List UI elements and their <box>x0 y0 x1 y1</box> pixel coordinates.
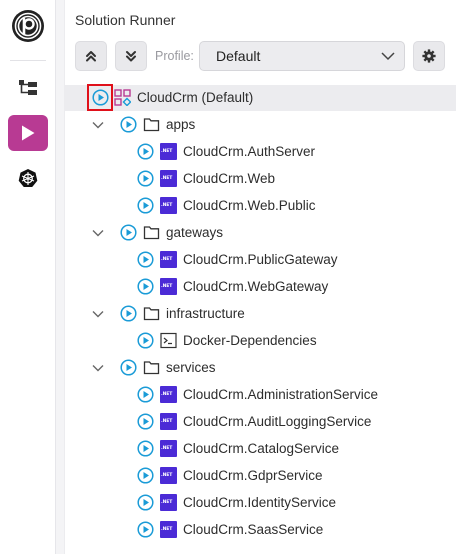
chevron-down-icon[interactable] <box>91 226 105 240</box>
project-label: CloudCrm.Web <box>183 171 276 186</box>
tree-item-row[interactable]: .NET CloudCrm.Web <box>65 166 456 192</box>
gear-icon <box>422 49 436 63</box>
solution-explorer-nav[interactable] <box>8 70 48 106</box>
tree-item-row[interactable]: .NET CloudCrm.AuditLoggingService <box>65 409 456 435</box>
tree-folder-row[interactable]: infrastructure <box>65 301 456 327</box>
tree-structure-icon <box>19 80 37 95</box>
run-icon[interactable] <box>137 251 154 268</box>
tree-item-row[interactable]: .NET CloudCrm.PublicGateway <box>65 247 456 273</box>
tree-root-row[interactable]: CloudCrm (Default) <box>65 84 456 111</box>
tree-folder-row[interactable]: services <box>65 355 456 381</box>
profile-select[interactable]: Default <box>199 41 405 71</box>
dotnet-project-icon: .NET <box>160 251 177 268</box>
run-icon[interactable] <box>120 359 137 376</box>
profile-settings-button[interactable] <box>413 41 445 71</box>
dotnet-project-icon: .NET <box>160 170 177 187</box>
tree-folder-row[interactable]: gateways <box>65 220 456 246</box>
chevron-down-icon[interactable] <box>91 118 105 132</box>
project-label: Docker-Dependencies <box>183 333 317 348</box>
panel-title: Solution Runner <box>75 12 176 28</box>
tree-item-row[interactable]: .NET CloudCrm.Web.Public <box>65 193 456 219</box>
run-icon[interactable] <box>92 89 109 106</box>
app-logo-icon[interactable] <box>10 8 46 44</box>
profile-label: Profile: <box>155 49 194 63</box>
run-icon[interactable] <box>120 224 137 241</box>
dotnet-project-icon: .NET <box>160 386 177 403</box>
tree-item-row[interactable]: .NET CloudCrm.GdprService <box>65 463 456 489</box>
folder-label: services <box>166 360 216 375</box>
collapse-all-button[interactable] <box>75 41 107 71</box>
run-icon[interactable] <box>137 197 154 214</box>
folder-icon <box>143 307 160 321</box>
run-icon[interactable] <box>137 386 154 403</box>
project-label: CloudCrm.AdministrationService <box>183 387 379 402</box>
tree-item-row[interactable]: .NET CloudCrm.AuthServer <box>65 139 456 165</box>
dotnet-project-icon: .NET <box>160 494 177 511</box>
project-label: CloudCrm.AuthServer <box>183 144 316 159</box>
run-icon[interactable] <box>137 413 154 430</box>
play-icon <box>22 125 35 141</box>
project-label: CloudCrm.SaasService <box>183 522 324 537</box>
tree-folder-row[interactable]: apps <box>65 112 456 138</box>
tree-item-row[interactable]: Docker-Dependencies <box>65 328 456 354</box>
project-label: CloudCrm.IdentityService <box>183 495 337 510</box>
dotnet-project-icon: .NET <box>160 278 177 295</box>
dotnet-project-icon: .NET <box>160 143 177 160</box>
expand-all-button[interactable] <box>115 41 147 71</box>
folder-icon <box>143 361 160 375</box>
folder-icon <box>143 226 160 240</box>
side-rail <box>0 0 56 554</box>
project-label: CloudCrm.CatalogService <box>183 441 340 456</box>
kubernetes-nav[interactable] <box>8 160 48 196</box>
terminal-icon <box>160 332 177 349</box>
solution-runner-panel: Solution Runner Profile: Default CloudCr… <box>64 0 456 554</box>
run-icon[interactable] <box>137 332 154 349</box>
dotnet-project-icon: .NET <box>160 521 177 538</box>
chevron-down-icon[interactable] <box>91 307 105 321</box>
project-label: CloudCrm.Web.Public <box>183 198 316 213</box>
folder-icon <box>143 118 160 132</box>
run-icon[interactable] <box>137 440 154 457</box>
chevron-down-icon <box>381 52 395 61</box>
run-icon[interactable] <box>137 467 154 484</box>
run-icon[interactable] <box>120 116 137 133</box>
project-label: CloudCrm.WebGateway <box>183 279 329 294</box>
tree-item-row[interactable]: .NET CloudCrm.SaasService <box>65 517 456 543</box>
solution-icon <box>114 89 131 106</box>
run-icon[interactable] <box>137 170 154 187</box>
chevron-down-icon[interactable] <box>91 361 105 375</box>
run-icon[interactable] <box>137 278 154 295</box>
folder-label: gateways <box>166 225 224 240</box>
tree-item-row[interactable]: .NET CloudCrm.IdentityService <box>65 490 456 516</box>
dotnet-project-icon: .NET <box>160 440 177 457</box>
tree-item-row[interactable]: .NET CloudCrm.WebGateway <box>65 274 456 300</box>
run-icon[interactable] <box>137 494 154 511</box>
run-icon[interactable] <box>137 521 154 538</box>
double-chevron-up-icon <box>86 51 96 62</box>
solution-runner-nav[interactable] <box>8 115 48 151</box>
project-label: CloudCrm.PublicGateway <box>183 252 338 267</box>
folder-label: infrastructure <box>166 306 245 321</box>
dotnet-project-icon: .NET <box>160 413 177 430</box>
double-chevron-down-icon <box>126 51 136 62</box>
profile-selected-value: Default <box>216 48 261 64</box>
kubernetes-icon <box>18 169 38 187</box>
tree-root-label: CloudCrm (Default) <box>137 90 254 105</box>
rail-divider <box>10 60 46 61</box>
project-label: CloudCrm.GdprService <box>183 468 323 483</box>
tree-item-row[interactable]: .NET CloudCrm.CatalogService <box>65 436 456 462</box>
dotnet-project-icon: .NET <box>160 467 177 484</box>
folder-label: apps <box>166 117 196 132</box>
project-label: CloudCrm.AuditLoggingService <box>183 414 372 429</box>
run-icon[interactable] <box>120 305 137 322</box>
run-icon[interactable] <box>137 143 154 160</box>
tree-item-row[interactable]: .NET CloudCrm.AdministrationService <box>65 382 456 408</box>
dotnet-project-icon: .NET <box>160 197 177 214</box>
